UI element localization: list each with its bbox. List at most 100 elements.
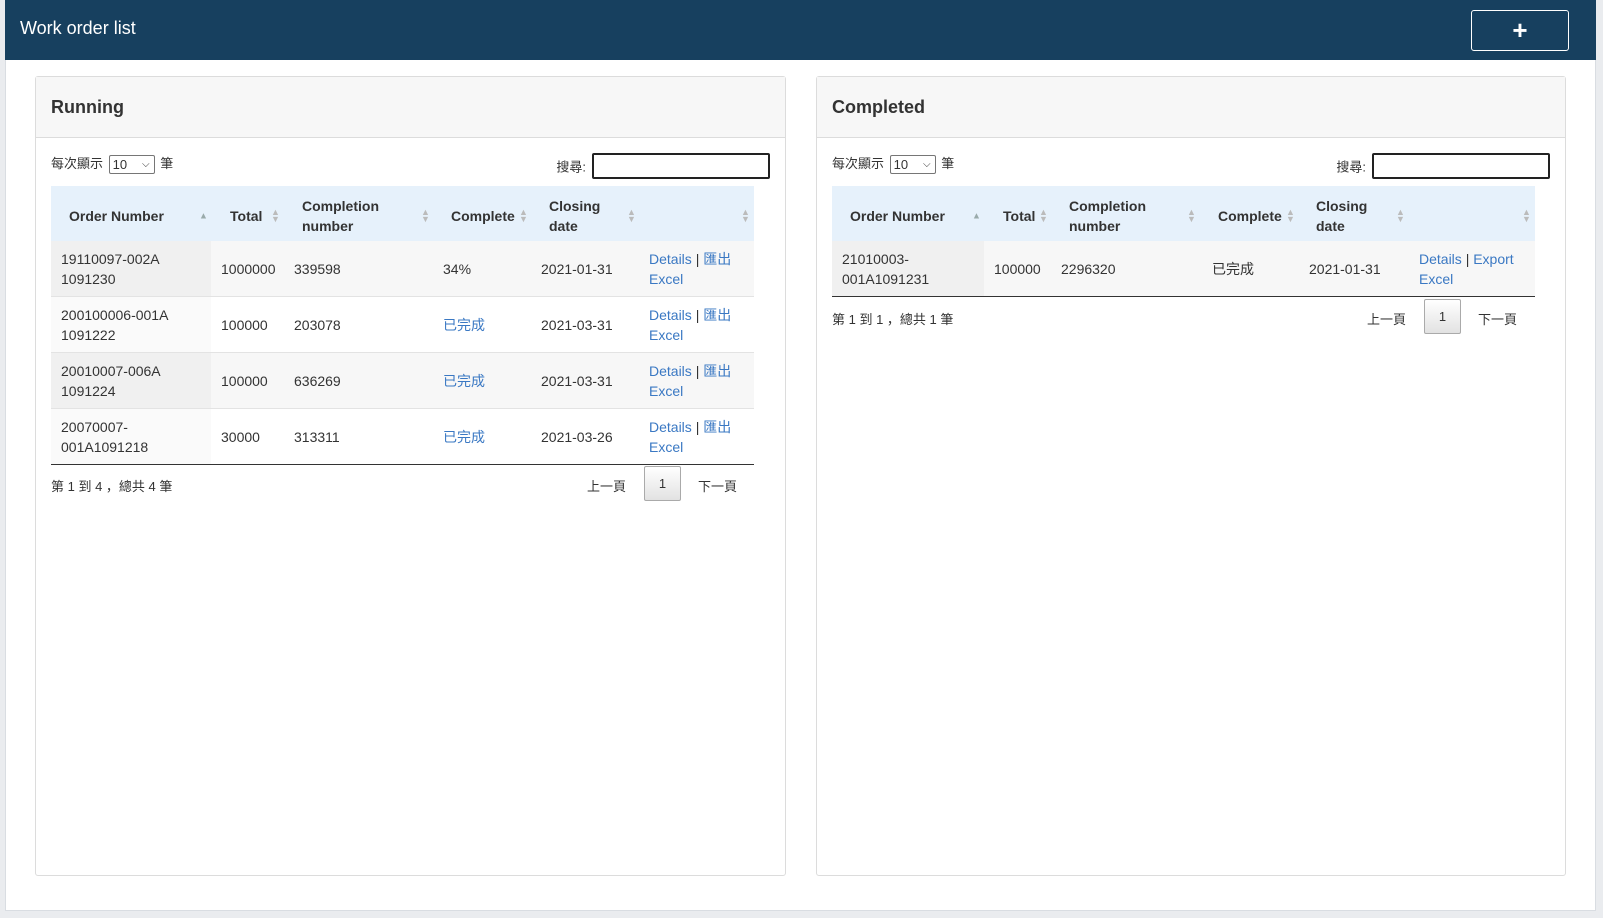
col-label: Closing date [1316, 198, 1368, 234]
add-order-button[interactable]: + [1471, 10, 1569, 51]
col-label: Total [1003, 208, 1036, 224]
cell-completion: 313311 [294, 429, 340, 445]
sort-icon: ▲ ▼ [1187, 207, 1196, 224]
cell-actions: Details | 匯出 Excel [649, 361, 749, 401]
export-label: 匯出 [703, 306, 732, 323]
separator: | [1465, 251, 1470, 267]
sort-icon: ▲ ▼ [1286, 207, 1295, 224]
export-label: 匯出 [703, 250, 732, 267]
sort-icon: ▲ ▼ [627, 207, 636, 224]
sort-icon: ▲ ▼ [741, 207, 750, 224]
cell-total: 30000 [221, 429, 260, 445]
details-link[interactable]: Details [1419, 251, 1462, 267]
cell-complete: 34% [443, 260, 472, 277]
cell-order-number: 21010003- 001A1091231 [842, 251, 930, 287]
details-link[interactable]: Details [649, 363, 692, 379]
table-row: 21010003- 001A1091231 100000 2296320 已完成… [832, 241, 1535, 297]
table-row: 20010007-006A 1091224 100000 636269 已完成 … [51, 353, 754, 409]
cell-total: 100000 [994, 261, 1041, 277]
completed-panel-title: Completed [832, 97, 926, 117]
cell-completion: 203078 [294, 316, 341, 333]
cell-actions: Details | 匯出 Excel [649, 305, 749, 345]
sort-icon: ▲ ▼ [271, 207, 280, 224]
col-actions[interactable]: ▲ ▼ [1404, 186, 1535, 246]
cell-complete: 已完成 [1212, 261, 1254, 277]
table-row: 200100006-001A 1091222 100000 203078 已完成… [51, 297, 754, 353]
cell-complete-link[interactable]: 已完成 [443, 427, 485, 447]
cell-complete-link[interactable]: 已完成 [443, 315, 485, 335]
col-closing-date[interactable]: Closing date ▲ ▼ [539, 186, 639, 246]
completed-search-input[interactable] [1372, 153, 1550, 179]
running-panel-header [36, 77, 785, 138]
running-length-control: 每次顯示 10 ⌵ 筆 [51, 153, 174, 175]
col-completion-number[interactable]: Completion number ▲ ▼ [291, 186, 439, 246]
next-page-button[interactable]: 下一頁 [1478, 309, 1517, 328]
cell-order-number: 20010007-006A 1091224 [61, 362, 160, 399]
details-link[interactable]: Details [649, 419, 692, 435]
running-table-header: Order Number ▲ Total ▲ ▼ Completion numbe… [51, 186, 754, 247]
chevron-down-icon: ⌵ [923, 159, 931, 171]
cell-closing-date: 2021-03-31 [541, 316, 613, 333]
table-bottom-border [51, 464, 754, 465]
col-closing-date[interactable]: Closing date ▲ ▼ [1304, 186, 1405, 246]
excel-label: Excel [1419, 271, 1454, 287]
length-suffix: 筆 [941, 156, 955, 171]
separator: | [695, 362, 700, 379]
col-total[interactable]: Total ▲ ▼ [211, 186, 291, 246]
prev-page-button[interactable]: 上一頁 [587, 476, 626, 495]
next-page-button[interactable]: 下一頁 [698, 476, 737, 495]
page-1-button[interactable]: 1 [644, 466, 681, 501]
running-panel: Running 每次顯示 10 ⌵ 筆 搜尋: Order Number ▲ To… [35, 76, 786, 876]
completed-length-select[interactable]: 10 ⌵ [889, 155, 936, 175]
col-label: Complete [1218, 208, 1282, 224]
col-label: Completion number [302, 198, 379, 234]
separator: | [695, 419, 700, 435]
details-link[interactable]: Details [649, 307, 692, 323]
separator: | [695, 306, 700, 323]
length-prefix: 每次顯示 [832, 156, 885, 171]
export-label: Export [1473, 251, 1514, 267]
completed-panel: Completed 每次顯示 10 ⌵ 筆 搜尋: Order Number ▲ … [816, 76, 1566, 876]
details-link[interactable]: Details [649, 251, 692, 267]
page-1-button[interactable]: 1 [1424, 299, 1461, 334]
col-total[interactable]: Total ▲ ▼ [984, 186, 1054, 246]
completed-search: 搜尋: [1336, 153, 1550, 179]
sort-icon: ▲ ▼ [421, 207, 430, 224]
col-completion-number[interactable]: Completion number ▲ ▼ [1054, 186, 1204, 246]
excel-label: Excel [649, 326, 684, 343]
separator: | [695, 250, 700, 267]
table-row: 20070007- 001A1091218 30000 313311 已完成 2… [51, 409, 754, 465]
length-suffix: 筆 [160, 156, 174, 171]
cell-closing-date: 2021-01-31 [541, 260, 613, 277]
cell-actions: Details | Export Excel [1419, 249, 1529, 289]
col-label: Order Number [850, 208, 945, 224]
running-table-info: 第 1 到 4 ，總共 4 筆 [51, 479, 173, 494]
col-actions[interactable]: ▲ ▼ [639, 186, 754, 246]
page-title: Work order list [20, 18, 136, 38]
cell-total: 100000 [221, 316, 268, 333]
col-complete[interactable]: Complete ▲ ▼ [439, 186, 539, 246]
cell-order-number: 20070007- 001A1091218 [61, 419, 149, 455]
cell-closing-date: 2021-01-31 [1309, 261, 1381, 277]
col-complete[interactable]: Complete ▲ ▼ [1204, 186, 1304, 246]
col-order-number[interactable]: Order Number ▲ [51, 186, 211, 246]
cell-order-number: 19110097-002A 1091230 [61, 250, 159, 287]
running-search-input[interactable] [592, 153, 770, 179]
running-pagination: 上一頁 1 下一頁 [587, 466, 757, 502]
col-label: Complete [451, 208, 515, 224]
completed-table-header: Order Number ▲ Total ▲ ▼ Completion numbe… [832, 186, 1535, 247]
excel-label: Excel [649, 439, 684, 455]
cell-complete-link[interactable]: 已完成 [443, 371, 485, 391]
completed-table-info: 第 1 到 1 ，總共 1 筆 [832, 312, 954, 327]
cell-total: 1000000 [221, 260, 276, 277]
sort-icon: ▲ ▼ [519, 207, 528, 224]
cell-order-number: 200100006-001A 1091222 [61, 306, 168, 343]
cell-actions: Details | 匯出 Excel [649, 249, 749, 289]
sort-icon: ▲ ▼ [1522, 207, 1531, 224]
cell-closing-date: 2021-03-31 [541, 372, 613, 389]
prev-page-button[interactable]: 上一頁 [1367, 309, 1406, 328]
search-label: 搜尋: [556, 159, 586, 175]
completed-panel-header [817, 77, 1565, 138]
col-order-number[interactable]: Order Number ▲ [832, 186, 984, 246]
running-length-select[interactable]: 10 ⌵ [108, 155, 155, 175]
